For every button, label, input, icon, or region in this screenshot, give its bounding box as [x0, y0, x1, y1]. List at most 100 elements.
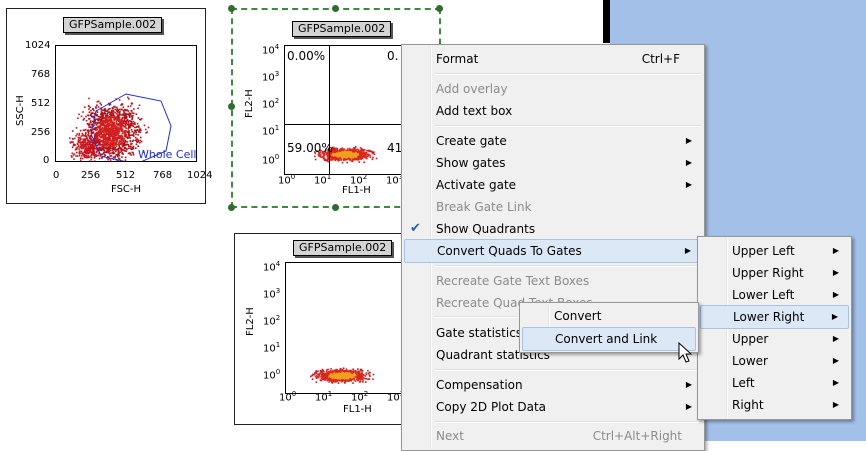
- scatter-dot: [131, 121, 133, 123]
- menu-item-recreate-gate-text-boxes[interactable]: Recreate Gate Text Boxes: [404, 270, 702, 292]
- scatter-dot: [114, 119, 116, 121]
- scatter-dot: [83, 119, 85, 121]
- scatter-dot: [348, 158, 350, 160]
- scatter-dot: [119, 118, 121, 120]
- scatter-dot: [348, 380, 350, 382]
- submenu-arrow-icon: ▶: [833, 372, 839, 394]
- scatter-dot: [93, 110, 95, 112]
- scatter-dot: [86, 142, 88, 144]
- scatter-dot: [353, 154, 355, 156]
- plot-title[interactable]: GFPSample.002: [292, 21, 391, 37]
- scatter-dot: [80, 138, 82, 140]
- scatter-dot: [323, 158, 325, 160]
- x-tick: 768: [153, 170, 172, 181]
- scatter-dot: [335, 377, 337, 379]
- scatter-dot: [96, 127, 98, 129]
- scatter-dot: [94, 160, 96, 161]
- scatter-dot: [83, 154, 85, 156]
- scatter-dot: [117, 118, 119, 120]
- submenu-item-lower[interactable]: Lower ▶: [700, 350, 849, 372]
- scatter-dot: [86, 148, 88, 150]
- submenu-item-convert-and-link[interactable]: Convert and Link: [522, 327, 696, 351]
- scatter-dot: [102, 122, 104, 124]
- scatter-dot: [366, 378, 368, 380]
- menu-item-add-text-box[interactable]: Add text box: [404, 100, 702, 122]
- quadrant-lower-left-percent[interactable]: 59.00%: [287, 141, 333, 155]
- scatter-dot: [98, 106, 100, 108]
- resize-handle[interactable]: [228, 103, 235, 110]
- scatter-dot: [94, 157, 96, 159]
- resize-handle[interactable]: [228, 5, 235, 12]
- scatter-dot: [344, 155, 346, 157]
- scatter-dot: [97, 126, 99, 128]
- submenu-item-lower-right[interactable]: Lower Right ▶: [700, 305, 849, 329]
- menu-item-activate-gate[interactable]: Activate gate ▶: [404, 174, 702, 196]
- scatter-dot: [125, 128, 127, 130]
- quadrant-upper-right-percent[interactable]: 0.: [387, 49, 398, 63]
- menu-item-next[interactable]: Next Ctrl+Alt+Right: [404, 425, 702, 447]
- scatter-dot: [84, 148, 86, 150]
- scatter-dot: [346, 157, 348, 159]
- menu-item-compensation[interactable]: Compensation ▶: [404, 374, 702, 396]
- convert-submenu[interactable]: Convert Convert and Link: [519, 302, 699, 353]
- submenu-item-right[interactable]: Right ▶: [700, 394, 849, 416]
- resize-handle[interactable]: [332, 204, 339, 211]
- resize-handle[interactable]: [436, 5, 443, 12]
- scatter-dot: [124, 116, 126, 118]
- scatter-dot: [120, 135, 122, 137]
- scatter-dot: [347, 148, 349, 150]
- menu-item-show-quadrants[interactable]: ✔ Show Quadrants: [404, 218, 702, 240]
- context-menu[interactable]: Format Ctrl+F Add overlay Add text box C…: [401, 44, 705, 451]
- menu-item-copy-2d-plot-data[interactable]: Copy 2D Plot Data ▶: [404, 396, 702, 418]
- scatter-dot: [119, 146, 121, 148]
- scatter-dot: [368, 154, 370, 156]
- plot-title[interactable]: GFPSample.002: [63, 17, 162, 33]
- menu-item-add-overlay[interactable]: Add overlay: [404, 78, 702, 100]
- scatter-dot: [131, 116, 133, 118]
- scatter-dot: [80, 157, 82, 159]
- scatter-dot: [100, 104, 102, 106]
- scatter-dot: [322, 369, 324, 371]
- menu-item-create-gate[interactable]: Create gate ▶: [404, 130, 702, 152]
- scatter-dot: [139, 142, 141, 144]
- resize-handle[interactable]: [228, 204, 235, 211]
- scatter-dot: [97, 155, 99, 157]
- quadrant-lower-right-percent[interactable]: 41: [387, 141, 402, 155]
- scatter-dot: [87, 137, 89, 139]
- scatter-dot: [94, 134, 96, 136]
- plot-area[interactable]: Whole Cells: [55, 45, 197, 162]
- scatter-dot: [349, 159, 351, 161]
- submenu-item-left[interactable]: Left ▶: [700, 372, 849, 394]
- plot-title[interactable]: GFPSample.002: [293, 240, 392, 256]
- quadrant-submenu[interactable]: Upper Left ▶ Upper Right ▶ Lower Left ▶ …: [697, 236, 852, 420]
- scatter-dot: [351, 156, 353, 158]
- scatter-dot: [341, 151, 343, 153]
- submenu-item-upper-right[interactable]: Upper Right ▶: [700, 262, 849, 284]
- scatter-dot: [340, 375, 342, 377]
- plot-fsc-ssc[interactable]: GFPSample.002 Whole Cells 1024 768 512 2…: [6, 8, 206, 204]
- submenu-item-upper[interactable]: Upper ▶: [700, 328, 849, 350]
- submenu-item-convert[interactable]: Convert: [522, 305, 696, 327]
- menu-item-convert-quads-to-gates[interactable]: Convert Quads To Gates ▶: [404, 239, 702, 263]
- scatter-dot: [338, 152, 340, 154]
- scatter-dot: [359, 379, 361, 381]
- quadrant-upper-left-percent[interactable]: 0.00%: [287, 49, 325, 63]
- scatter-dot: [104, 154, 106, 156]
- scatter-dot: [115, 138, 117, 140]
- submenu-item-upper-left[interactable]: Upper Left ▶: [700, 240, 849, 262]
- menu-item-break-gate-link[interactable]: Break Gate Link: [404, 196, 702, 218]
- scatter-dot: [342, 162, 344, 164]
- submenu-item-lower-left[interactable]: Lower Left ▶: [700, 284, 849, 306]
- scatter-dot: [125, 159, 127, 161]
- resize-handle[interactable]: [332, 5, 339, 12]
- scatter-dot: [88, 123, 90, 125]
- scatter-dot: [116, 149, 118, 151]
- scatter-dot: [134, 132, 136, 134]
- scatter-dot: [137, 123, 139, 125]
- x-axis-label: FL1-H: [342, 185, 371, 196]
- scatter-dot: [355, 370, 357, 372]
- menu-item-format[interactable]: Format Ctrl+F: [404, 48, 702, 70]
- scatter-dot: [366, 158, 368, 160]
- menu-item-show-gates[interactable]: Show gates ▶: [404, 152, 702, 174]
- scatter-dot: [112, 108, 114, 110]
